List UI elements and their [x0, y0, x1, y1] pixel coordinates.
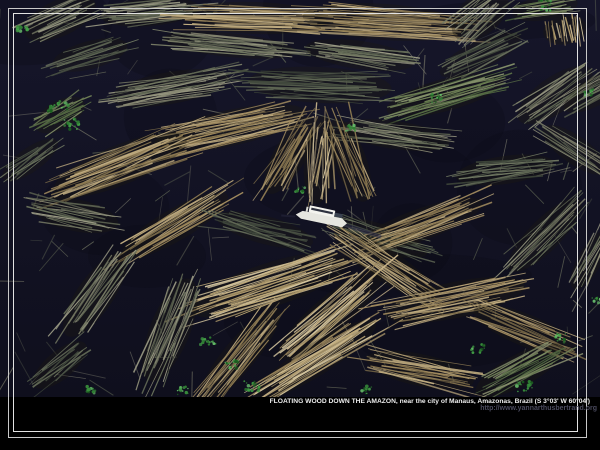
wallpaper-background: FLOATING WOOD DOWN THE AMAZON, near the … [0, 0, 600, 450]
photo-caption: FLOATING WOOD DOWN THE AMAZON, near the … [270, 398, 590, 405]
aerial-photo [0, 0, 600, 397]
log-raft-scene [0, 0, 600, 397]
photo-credit-url: http://www.yannarthusbertrand.org [480, 405, 597, 412]
